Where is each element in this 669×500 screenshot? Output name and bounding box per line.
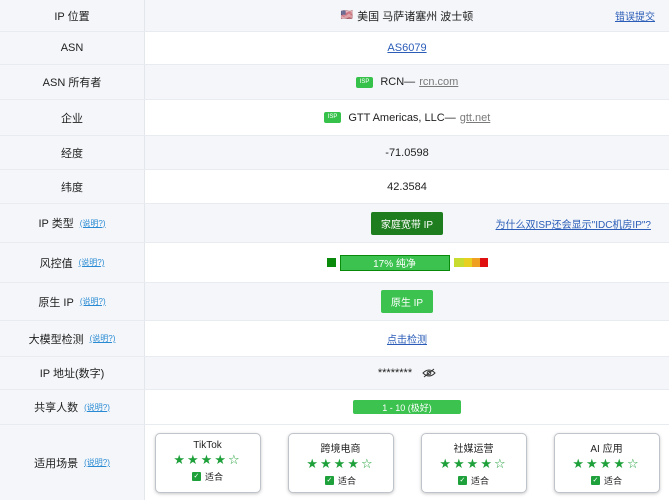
risk-low-marker (326, 258, 336, 267)
us-flag-icon: 🇺🇸 (340, 10, 354, 21)
fit-label: 适合 (337, 475, 356, 486)
star-rating: ★★★★☆ (439, 455, 508, 471)
llm-check-label: 大模型检测 (28, 333, 84, 346)
shared-users-badge: 1 - 10 (极好) (353, 400, 461, 414)
row-asn: ASN AS6079 (0, 32, 669, 65)
asn-owner-label: ASN 所有者 (0, 65, 145, 99)
shared-users-label: 共享人数 (34, 402, 79, 414)
row-enterprise: 企业 ISP GTT Americas, LLC— gtt.net (0, 100, 669, 136)
check-icon: ✓ (590, 475, 600, 485)
star-rating: ★★★★☆ (173, 451, 242, 467)
row-ip-location: IP 位置 🇺🇸 美国 马萨诸塞州 波士顿 错误提交 (0, 0, 669, 32)
card-title: AI 应用 (590, 443, 623, 455)
native-ip-label: 原生 IP (38, 296, 74, 309)
isp-badge: ISP (323, 112, 342, 123)
enterprise-name: GTT Americas, LLC— (348, 111, 456, 124)
row-ip-type: IP 类型 (说明?) 家庭宽带 IP 为什么双ISP还会显示"IDC机房IP"… (0, 204, 669, 243)
use-case-card-social: 社媒运营 ★★★★☆ ✓ 适合 (420, 432, 527, 493)
latitude-label: 纬度 (0, 170, 145, 203)
check-icon: ✓ (324, 475, 334, 485)
row-latitude: 纬度 42.3584 (0, 170, 669, 204)
risk-help-link[interactable]: (说明?) (79, 257, 105, 268)
row-ip-numeric: IP 地址(数字) ******** (0, 357, 669, 390)
isp-badge: ISP (355, 76, 374, 88)
use-cases-help-link[interactable]: (说明?) (84, 457, 110, 468)
use-cases-label: 适用场景 (34, 457, 79, 470)
check-icon: ✓ (191, 471, 201, 481)
row-use-cases: 适用场景 (说明?) TikTok ★★★★☆ ✓ 适合 跨境电商 ★★★★☆ ✓… (0, 425, 669, 500)
ip-type-label: IP 类型 (38, 218, 74, 230)
row-shared-users: 共享人数 (说明?) 1 - 10 (极好) (0, 390, 669, 425)
fit-label: 适合 (603, 475, 622, 486)
ip-location-value: 美国 马萨诸塞州 波士顿 (357, 10, 474, 23)
native-ip-help-link[interactable]: (说明?) (80, 296, 106, 307)
star-rating: ★★★★☆ (572, 455, 641, 471)
asn-link[interactable]: AS6079 (387, 42, 426, 54)
risk-score-bar: 17% 纯净 (339, 254, 450, 271)
row-native-ip: 原生 IP (说明?) 原生 IP (0, 283, 669, 321)
row-risk: 风控值 (说明?) 17% 纯净 (0, 243, 669, 283)
dual-isp-faq-link[interactable]: 为什么双ISP还会显示"IDC机房IP"? (496, 216, 651, 231)
latitude-value: 42.3584 (387, 180, 427, 193)
longitude-value: -71.0598 (385, 146, 429, 159)
eye-off-icon[interactable] (422, 368, 436, 378)
use-case-card-ai: AI 应用 ★★★★☆ ✓ 适合 (553, 432, 660, 493)
row-asn-owner: ASN 所有者 ISP RCN— rcn.com (0, 65, 669, 100)
llm-check-help-link[interactable]: (说明?) (90, 333, 116, 344)
star-rating: ★★★★☆ (306, 455, 375, 471)
use-case-cards: TikTok ★★★★☆ ✓ 适合 跨境电商 ★★★★☆ ✓ 适合 社媒运营 ★★★… (154, 432, 660, 493)
row-llm-check: 大模型检测 (说明?) 点击检测 (0, 321, 669, 357)
shared-users-help-link[interactable]: (说明?) (84, 402, 110, 413)
row-longitude: 经度 -71.0598 (0, 136, 669, 170)
asn-owner-domain-link[interactable]: rcn.com (419, 76, 458, 88)
fit-label: 适合 (204, 471, 223, 482)
use-case-card-ecommerce: 跨境电商 ★★★★☆ ✓ 适合 (287, 432, 394, 493)
card-title: 跨境电商 (320, 443, 361, 455)
card-title: TikTok (193, 439, 222, 451)
ip-numeric-label: IP 地址(数字) (0, 357, 145, 389)
check-icon: ✓ (457, 475, 467, 485)
native-ip-badge: 原生 IP (380, 290, 434, 313)
asn-label: ASN (0, 32, 145, 64)
risk-gradient-scale (453, 258, 488, 267)
use-case-card-tiktok: TikTok ★★★★☆ ✓ 适合 (154, 432, 261, 493)
asn-owner-name: RCN— (380, 76, 416, 88)
ip-numeric-value: ******** (377, 367, 413, 379)
longitude-label: 经度 (0, 136, 145, 169)
enterprise-domain-link[interactable]: gtt.net (460, 112, 491, 124)
ip-type-badge: 家庭宽带 IP (370, 211, 444, 235)
risk-meter: 17% 纯净 (326, 254, 488, 271)
risk-label: 风控值 (39, 257, 73, 270)
enterprise-label: 企业 (0, 100, 145, 135)
ip-type-help-link[interactable]: (说明?) (80, 218, 106, 229)
ip-location-label: IP 位置 (0, 0, 145, 31)
card-title: 社媒运营 (453, 443, 494, 455)
report-error-link[interactable]: 错误提交 (615, 8, 655, 23)
fit-label: 适合 (470, 475, 489, 486)
llm-check-link[interactable]: 点击检测 (387, 331, 427, 346)
